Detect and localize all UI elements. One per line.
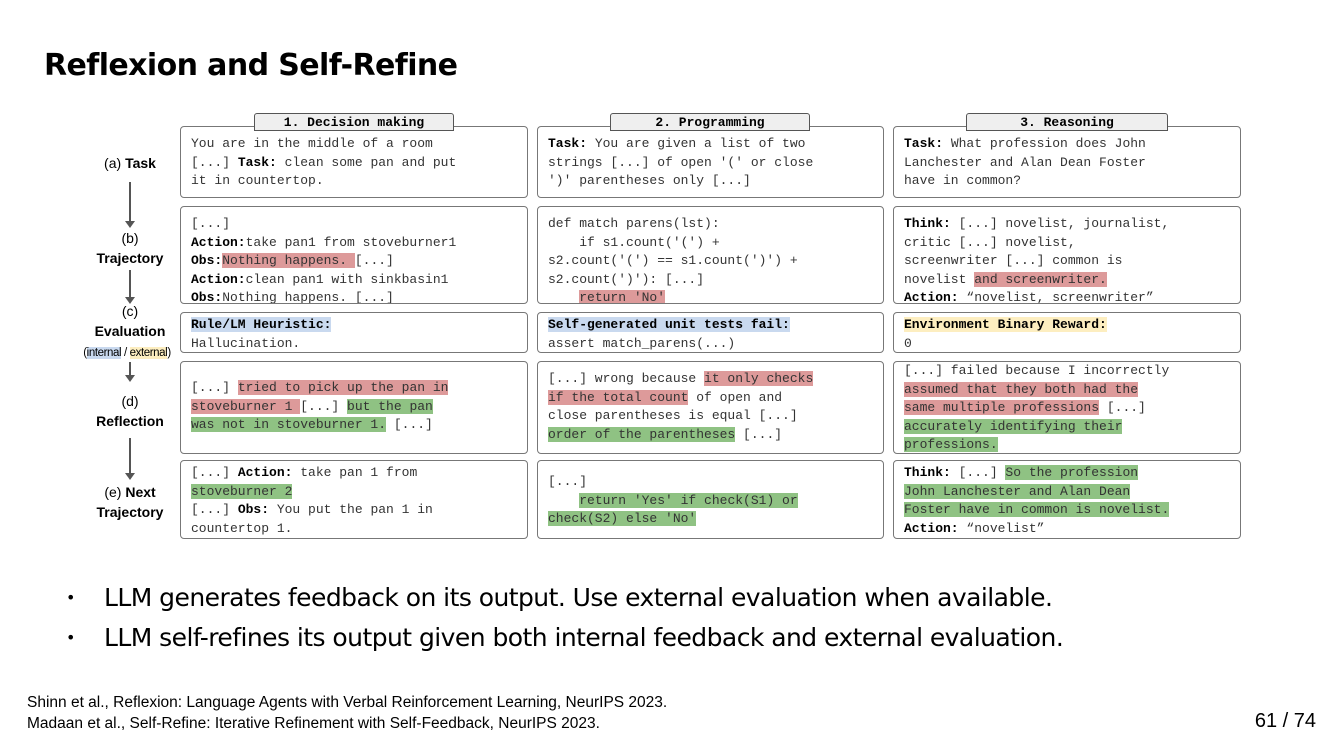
row-title: Task [125,155,156,171]
reasoning-reflection-cell: [...] failed because I incorrectly assum… [893,361,1241,454]
programming-next-trajectory-cell: [...] return 'Yes' if check(S1) or check… [537,460,884,539]
column-header-decision-making: 1. Decision making [254,113,454,131]
flow-arrow [125,270,135,304]
decision-task-cell: You are in the middle of a room [...] Ta… [180,126,528,198]
external-label: external [129,347,168,359]
programming-reflection-cell: [...] wrong because it only checks if th… [537,361,884,454]
column-header-reasoning: 3. Reasoning [966,113,1168,131]
page-number: 61 / 74 [1254,710,1316,732]
decision-reflection-cell: [...] tried to pick up the pan in stoveb… [180,361,528,454]
column-header-programming: 2. Programming [610,113,810,131]
references: Shinn et al., Reflexion: Language Agents… [27,692,667,734]
bullet-item: LLM self-refines its output given both i… [66,618,1064,658]
reasoning-trajectory-cell: Think: [...] novelist, journalist, criti… [893,206,1241,304]
row-label-next-trajectory: (e) Next Trajectory [70,482,190,522]
reasoning-next-trajectory-cell: Think: [...] So the profession John Lanc… [893,460,1241,539]
reasoning-evaluation-cell: Environment Binary Reward: 0 [893,312,1241,353]
flow-arrow [125,362,135,382]
bullet-item: LLM generates feedback on its output. Us… [66,578,1063,618]
row-title: Reflection [96,413,164,429]
row-prefix: (c) [121,303,139,319]
reflexion-figure: (a) Task (b) Trajectory (c) Evaluation (… [0,0,1334,560]
decision-next-trajectory-cell: [...] Action: take pan 1 from stoveburne… [180,460,528,539]
row-label-trajectory: (b) Trajectory [70,228,190,268]
row-prefix: (a) [104,155,122,171]
decision-evaluation-cell: Rule/LM Heuristic: Hallucination. [180,312,528,353]
evaluation-type: (internal / external) [83,347,171,359]
programming-task-cell: Task: You are given a list of two string… [537,126,884,198]
row-label-reflection: (d) Reflection [70,391,190,431]
internal-label: internal [86,347,122,359]
row-label-evaluation: (c) Evaluation (internal / external) [70,301,190,363]
row-title: Trajectory [96,504,164,520]
reasoning-task-cell: Task: What profession does John Lanchest… [893,126,1241,198]
row-prefix: (e) [104,484,122,500]
reference-reflexion: Shinn et al., Reflexion: Language Agents… [27,694,668,711]
reference-self-refine: Madaan et al., Self-Refine: Iterative Re… [27,715,600,732]
programming-trajectory-cell: def match parens(lst): if s1.count('(') … [537,206,884,304]
bullet-list: LLM generates feedback on its output. Us… [66,578,1064,658]
flow-arrow [125,182,135,228]
decision-trajectory-cell: [...] Action:take pan1 from stoveburner1… [180,206,528,304]
flow-arrow [125,438,135,480]
row-title: Trajectory [96,250,164,266]
programming-evaluation-cell: Self-generated unit tests fail: assert m… [537,312,884,353]
row-title: Evaluation [94,323,166,339]
row-prefix: (d) [121,393,139,409]
row-label-task: (a) Task [70,153,190,173]
row-title: Next [125,484,156,500]
row-prefix: (b) [121,230,139,246]
